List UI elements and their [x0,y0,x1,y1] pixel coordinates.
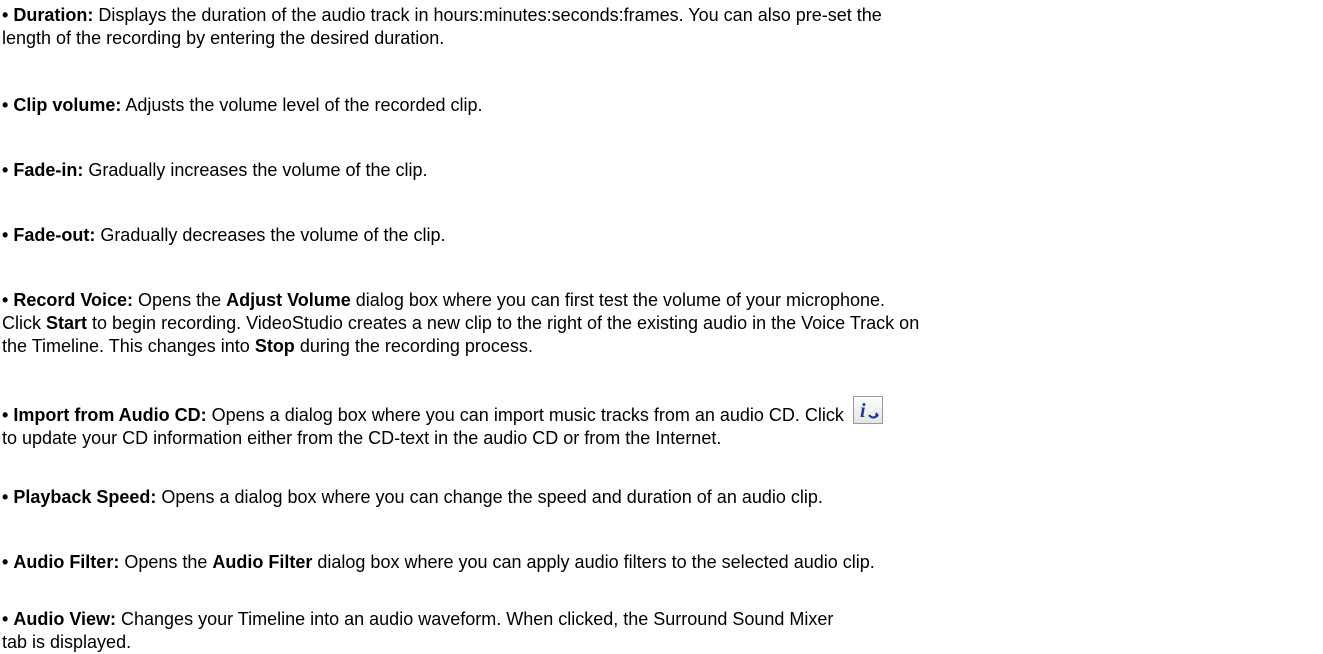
term-playback-speed: Playback Speed: [13,487,157,507]
desc: Opens the [119,552,213,572]
desc: Opens a dialog box where you can change … [156,487,823,507]
term-fade-out: Fade-out: [13,225,96,245]
bullet: • [2,5,9,25]
desc: to begin recording. VideoStudio creates … [87,313,920,333]
help-document: • Duration: Displays the duration of the… [0,0,1323,652]
bullet: • [2,225,9,245]
desc: during the recording process. [294,336,533,356]
term-clip-volume: Clip volume: [13,95,122,115]
bullet: • [2,487,9,507]
desc: Click [2,313,46,333]
item-audio-view: • Audio View: Changes your Timeline into… [2,608,1312,654]
term-duration: Duration: [13,5,94,25]
desc-line-2: tab is displayed. [2,632,132,652]
item-fade-in: • Fade-in: Gradually increases the volum… [2,159,1312,182]
term-audio-view: Audio View: [13,609,117,629]
ui-label-adjust-volume: Adjust Volume [226,290,351,310]
item-audio-filter: • Audio Filter: Opens the Audio Filter d… [2,551,1312,574]
bullet: • [2,95,9,115]
desc-line-1: Opens a dialog box where you can import … [206,405,849,425]
ui-label-start: Start [46,313,88,333]
ui-label-audio-filter: Audio Filter [212,552,313,572]
bullet: • [2,160,9,180]
desc: Gradually increases the volume of the cl… [83,160,428,180]
term-audio-filter: Audio Filter: [13,552,120,572]
desc: the Timeline. This changes into [2,336,255,356]
desc-line-2: length of the recording by entering the … [2,28,445,48]
svg-text:i: i [860,400,866,422]
desc: Adjusts the volume level of the recorded… [121,95,483,115]
item-import-audio-cd: • Import from Audio CD: Opens a dialog b… [2,396,1312,450]
term-fade-in: Fade-in: [13,160,84,180]
ui-label-stop: Stop [254,336,295,356]
item-fade-out: • Fade-out: Gradually decreases the volu… [2,224,1312,247]
bullet: • [2,405,9,425]
desc-line-1: Displays the duration of the audio track… [93,5,882,25]
desc: Gradually decreases the volume of the cl… [95,225,446,245]
desc: dialog box where you can first test the … [350,290,886,310]
desc-line-1: Changes your Timeline into an audio wave… [116,609,834,629]
desc: Opens the [133,290,227,310]
item-playback-speed: • Playback Speed: Opens a dialog box whe… [2,486,1312,509]
item-duration: • Duration: Displays the duration of the… [2,4,1312,50]
bullet: • [2,552,9,572]
item-clip-volume: • Clip volume: Adjusts the volume level … [2,94,1312,117]
bullet: • [2,290,9,310]
bullet: • [2,609,9,629]
info-update-icon[interactable]: i [852,396,883,424]
item-record-voice: • Record Voice: Opens the Adjust Volume … [2,289,1312,358]
desc-line-2: to update your CD information either fro… [2,428,722,448]
term-import-audio-cd: Import from Audio CD: [13,405,207,425]
desc: dialog box where you can apply audio fil… [312,552,875,572]
term-record-voice: Record Voice: [13,290,134,310]
